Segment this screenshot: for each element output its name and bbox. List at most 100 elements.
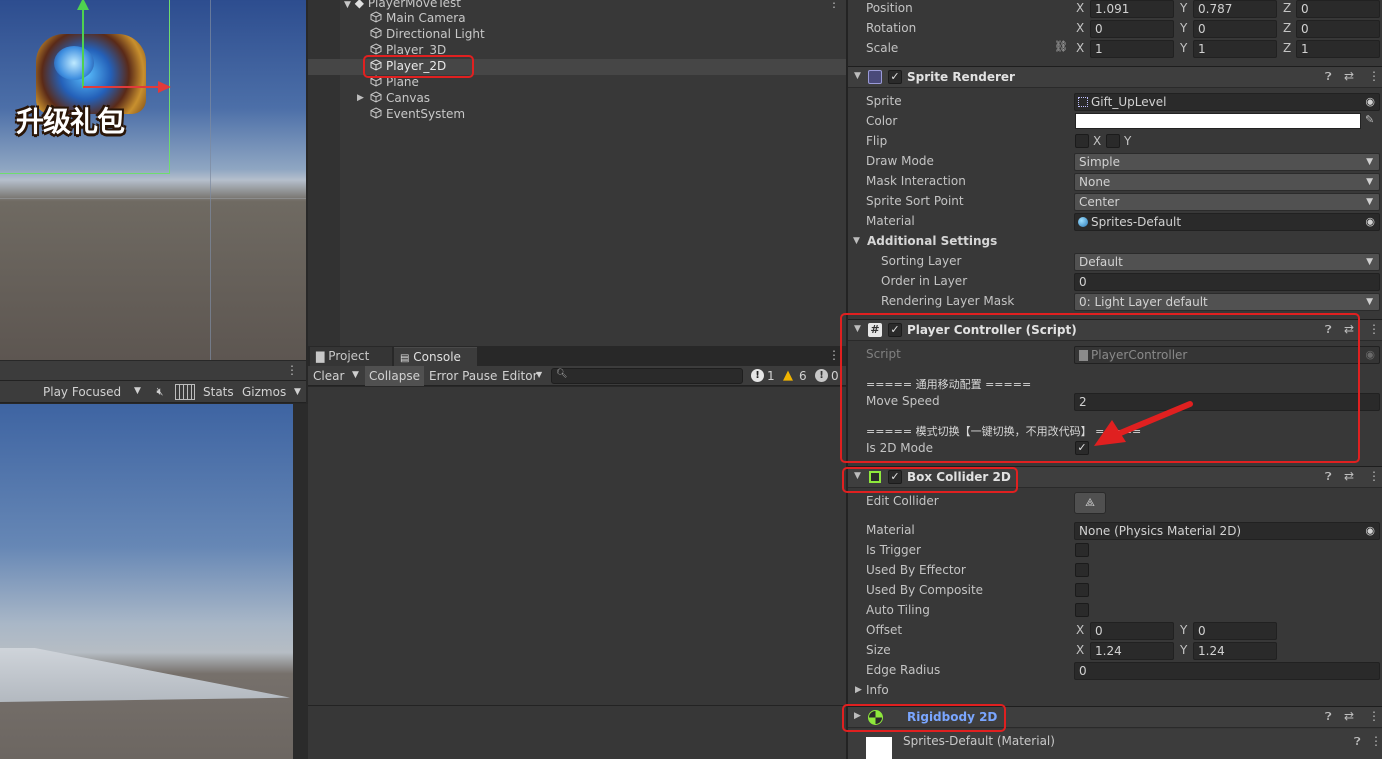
kebab-menu-icon[interactable]: ⋮ xyxy=(1370,734,1382,748)
scale-y-field[interactable]: 1 xyxy=(1193,40,1277,58)
hierarchy-item-canvas[interactable]: Canvas xyxy=(370,91,430,107)
draw-mode-dropdown[interactable]: Simple ▼ xyxy=(1074,153,1380,171)
box-collider-header[interactable]: ▼ ✓ Box Collider 2D ❓︎ ⇄ ⋮ xyxy=(848,466,1382,488)
log-count-toggle[interactable]: ! 0 xyxy=(815,368,845,384)
auto-tiling-checkbox[interactable] xyxy=(1075,603,1089,617)
collapse-button[interactable]: Collapse xyxy=(365,366,424,386)
error-count-toggle[interactable]: ! 1 xyxy=(751,368,779,384)
order-in-layer-field[interactable]: 0 xyxy=(1074,273,1380,291)
game-view[interactable] xyxy=(0,404,293,759)
player-controller-header[interactable]: ▼ # ✓ Player Controller (Script) ❓︎ ⇄ ⋮ xyxy=(848,319,1382,341)
chevron-down-icon[interactable]: ▼ xyxy=(352,370,359,380)
is-trigger-checkbox[interactable] xyxy=(1075,543,1089,557)
hierarchy-item-player-2d[interactable]: Player_2D xyxy=(370,59,446,75)
stats-grid-icon[interactable] xyxy=(175,384,195,400)
material-preview-header[interactable]: Sprites-Default (Material) ❓︎ ⋮ xyxy=(848,729,1382,759)
chevron-down-icon[interactable]: ▼ xyxy=(536,370,542,379)
error-pause-button[interactable]: Error Pause xyxy=(426,366,500,386)
mute-audio-icon[interactable]: 🔇︎ xyxy=(149,383,171,401)
hierarchy-item-eventsystem[interactable]: EventSystem xyxy=(370,107,465,123)
kebab-menu-icon[interactable]: ⋮ xyxy=(828,0,840,10)
eyedropper-icon[interactable]: ✎ xyxy=(1365,113,1374,126)
position-y-field[interactable]: 0.787 xyxy=(1193,0,1277,18)
position-z-field[interactable]: 0 xyxy=(1296,0,1380,18)
gizmo-x-arrow-icon[interactable] xyxy=(158,81,171,93)
is-2d-mode-checkbox[interactable]: ✓ xyxy=(1075,441,1089,455)
info-foldout[interactable]: Info xyxy=(866,683,889,697)
color-swatch[interactable] xyxy=(1075,113,1361,129)
sprite-sort-point-dropdown[interactable]: Center ▼ xyxy=(1074,193,1380,211)
rotation-z-field[interactable]: 0 xyxy=(1296,20,1380,38)
object-picker-icon[interactable]: ◉ xyxy=(1365,523,1375,539)
scene-view[interactable]: 升级礼包 xyxy=(0,0,306,360)
offset-y-field[interactable]: 0 xyxy=(1193,622,1277,640)
preset-sliders-icon[interactable]: ⇄ xyxy=(1344,709,1354,723)
warning-count-toggle[interactable]: ▲ 6 xyxy=(783,368,811,384)
rotation-y-field[interactable]: 0 xyxy=(1193,20,1277,38)
physics-material-field[interactable]: None (Physics Material 2D) ◉ xyxy=(1074,522,1380,540)
rendering-layer-mask-dropdown[interactable]: 0: Light Layer default ▼ xyxy=(1074,293,1380,311)
object-picker-icon[interactable]: ◉ xyxy=(1365,214,1375,230)
used-by-effector-checkbox[interactable] xyxy=(1075,563,1089,577)
editor-dropdown[interactable]: Editor xyxy=(499,366,541,386)
preset-sliders-icon[interactable]: ⇄ xyxy=(1344,69,1354,83)
tab-console[interactable]: ▤ Console xyxy=(394,347,477,366)
stats-button[interactable]: Stats xyxy=(200,382,237,402)
help-icon[interactable]: ❓︎ xyxy=(1325,70,1332,84)
console-search-input[interactable]: 🔍︎ xyxy=(551,368,743,384)
foldout-collapsed-icon[interactable]: ▶ xyxy=(854,711,861,721)
kebab-menu-icon[interactable]: ⋮ xyxy=(828,348,840,362)
kebab-menu-icon[interactable]: ⋮ xyxy=(1368,69,1380,83)
position-x-field[interactable]: 1.091 xyxy=(1090,0,1174,18)
sorting-layer-dropdown[interactable]: Default ▼ xyxy=(1074,253,1380,271)
scale-z-field[interactable]: 1 xyxy=(1296,40,1380,58)
help-icon[interactable]: ❓︎ xyxy=(1325,323,1332,337)
preset-sliders-icon[interactable]: ⇄ xyxy=(1344,469,1354,483)
gizmo-y-axis[interactable] xyxy=(82,6,84,88)
size-y-field[interactable]: 1.24 xyxy=(1193,642,1277,660)
gizmo-y-arrow-icon[interactable] xyxy=(77,0,89,10)
preset-sliders-icon[interactable]: ⇄ xyxy=(1344,322,1354,336)
rotation-x-field[interactable]: 0 xyxy=(1090,20,1174,38)
edit-collider-button[interactable]: ⟁ xyxy=(1074,492,1106,514)
foldout-expanded-icon[interactable]: ▼ xyxy=(853,236,860,246)
kebab-menu-icon[interactable]: ⋮ xyxy=(1368,709,1380,723)
help-icon[interactable]: ❓︎ xyxy=(1325,710,1332,724)
gizmo-x-axis[interactable] xyxy=(83,86,161,88)
hierarchy-item-plane[interactable]: Plane xyxy=(370,75,419,91)
hierarchy-item-main-camera[interactable]: Main Camera xyxy=(370,11,466,27)
offset-x-field[interactable]: 0 xyxy=(1090,622,1174,640)
object-picker-icon[interactable]: ◉ xyxy=(1365,94,1375,110)
sprite-object-field[interactable]: Gift_UpLevel ◉ xyxy=(1074,93,1380,111)
scale-x-field[interactable]: 1 xyxy=(1090,40,1174,58)
hierarchy-item-directional-light[interactable]: Directional Light xyxy=(370,27,485,43)
tab-project[interactable]: ▇ Project xyxy=(310,347,392,366)
hierarchy-scene-row[interactable]: ▼ ◆ PlayerMoveTest xyxy=(344,0,461,10)
size-x-field[interactable]: 1.24 xyxy=(1090,642,1174,660)
used-by-composite-checkbox[interactable] xyxy=(1075,583,1089,597)
help-icon[interactable]: ❓︎ xyxy=(1354,735,1361,749)
game-view-scrollbar[interactable] xyxy=(293,404,308,759)
kebab-menu-icon[interactable]: ⋮ xyxy=(286,363,298,377)
console-log-area[interactable] xyxy=(308,387,846,705)
player-controller-enabled-checkbox[interactable]: ✓ xyxy=(888,323,902,337)
sprite-renderer-enabled-checkbox[interactable]: ✓ xyxy=(888,70,902,84)
play-focused-dropdown[interactable]: Play Focused ▼ xyxy=(38,382,146,402)
foldout-expanded-icon[interactable]: ▼ xyxy=(854,471,861,481)
chevron-down-icon[interactable]: ▼ xyxy=(294,387,301,397)
foldout-expanded-icon[interactable]: ▼ xyxy=(854,71,861,81)
kebab-menu-icon[interactable]: ⋮ xyxy=(1368,469,1380,483)
foldout-collapsed-icon[interactable]: ▶ xyxy=(855,685,862,695)
kebab-menu-icon[interactable]: ⋮ xyxy=(1368,322,1380,336)
hierarchy-item-player-3d[interactable]: Player_3D xyxy=(370,43,446,59)
rigidbody-2d-header[interactable]: ▶ Rigidbody 2D ❓︎ ⇄ ⋮ xyxy=(848,706,1382,728)
additional-settings-foldout[interactable]: Additional Settings xyxy=(867,234,997,248)
link-scale-icon[interactable]: ⛓︎ xyxy=(1054,40,1068,53)
foldout-expanded-icon[interactable]: ▼ xyxy=(344,0,351,10)
mask-interaction-dropdown[interactable]: None ▼ xyxy=(1074,173,1380,191)
edge-radius-field[interactable]: 0 xyxy=(1074,662,1380,680)
foldout-collapsed-icon[interactable]: ▶ xyxy=(357,93,364,103)
box-collider-enabled-checkbox[interactable]: ✓ xyxy=(888,470,902,484)
foldout-expanded-icon[interactable]: ▼ xyxy=(854,324,861,334)
material-object-field[interactable]: Sprites-Default ◉ xyxy=(1074,213,1380,231)
